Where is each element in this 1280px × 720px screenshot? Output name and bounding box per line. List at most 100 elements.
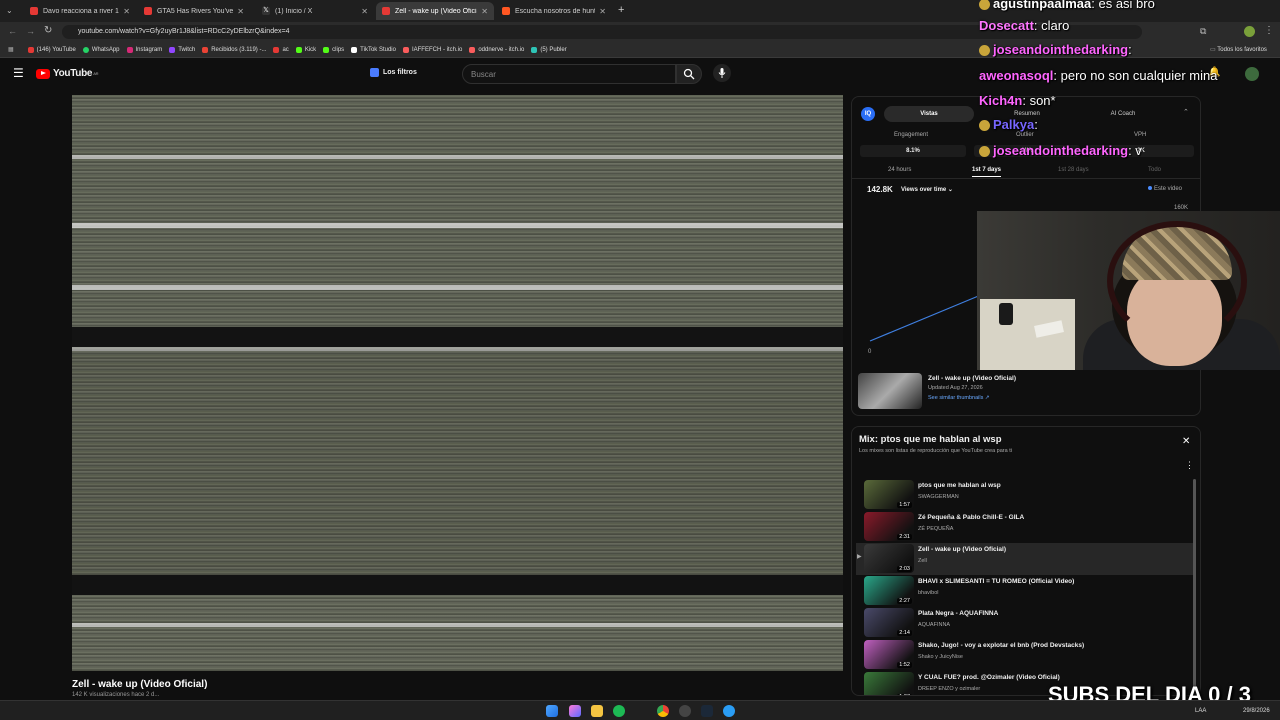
bookmark-twitch[interactable]: Twitch bbox=[169, 46, 195, 53]
search-input[interactable]: Buscar bbox=[462, 64, 676, 84]
new-tab-button[interactable]: + bbox=[618, 4, 624, 16]
back-icon[interactable]: ← bbox=[8, 26, 17, 36]
playlist-item-thumbnail: 1:57 bbox=[864, 480, 914, 509]
bookmark-label: Recibidos (3.119) -... bbox=[211, 46, 267, 53]
profile-avatar[interactable] bbox=[1244, 26, 1255, 37]
bookmark-label: WhatsApp bbox=[91, 46, 120, 53]
video-noise-band bbox=[72, 285, 843, 290]
tab-search-icon[interactable]: ⌄ bbox=[6, 6, 13, 15]
chevron-up-icon[interactable]: ⌃ bbox=[1183, 108, 1189, 116]
bookmark-youtube[interactable]: (146) YouTube bbox=[27, 46, 76, 53]
bookmark-label: clips bbox=[332, 46, 345, 53]
reload-icon[interactable]: ↻ bbox=[44, 25, 52, 36]
tab-4[interactable]: Zell - wake up (Video Oficial) ✕ bbox=[376, 2, 494, 20]
video-player[interactable] bbox=[72, 95, 843, 671]
hamburger-icon[interactable]: ☰ bbox=[13, 66, 24, 80]
playlist-item[interactable]: 1:57 ptos que me hablan al wsp SWAGGERMAN bbox=[856, 479, 1196, 511]
external-link-icon: ↗ bbox=[984, 395, 990, 401]
range-24h[interactable]: 24 hours bbox=[888, 167, 911, 173]
chat-username: Dosecatt bbox=[979, 18, 1034, 33]
close-icon[interactable]: ✕ bbox=[481, 7, 488, 16]
headphones-icon bbox=[1107, 221, 1247, 341]
playlist-scrollbar[interactable] bbox=[1193, 479, 1196, 695]
chat-text: : son* bbox=[1022, 93, 1056, 108]
search-placeholder: Buscar bbox=[471, 70, 496, 79]
close-icon[interactable]: ✕ bbox=[237, 7, 244, 16]
bookmark-label: TikTok Studio bbox=[360, 46, 396, 53]
logo-text: YouTube bbox=[53, 68, 93, 79]
bookmark-itch-1[interactable]: IAFFEFCH - itch.io bbox=[402, 46, 462, 53]
bookmark-whatsapp[interactable]: WhatsApp bbox=[82, 46, 120, 53]
extensions-icon[interactable]: ⧉ bbox=[1200, 26, 1206, 37]
bookmark-label: (146) YouTube bbox=[36, 46, 76, 53]
tab-vistas[interactable]: Vistas bbox=[884, 106, 974, 122]
chat-text: : bbox=[1128, 42, 1132, 57]
windows-start-icon[interactable] bbox=[546, 705, 558, 717]
close-icon[interactable]: ✕ bbox=[123, 7, 130, 16]
url-text: youtube.com/watch?v=Gfy2uyBr1J8&list=RDc… bbox=[78, 28, 290, 35]
video-card[interactable]: Zell - wake up (Video Oficial) Updated A… bbox=[858, 373, 1194, 411]
bookmark-instagram[interactable]: Instagram bbox=[126, 46, 162, 53]
playlist-item[interactable]: 2:14 Plata Negra - AQUAFINNA AQUAFINNA bbox=[856, 607, 1196, 639]
clock-date[interactable]: 29/8/2026 bbox=[1243, 708, 1270, 714]
bookmark-tiktok[interactable]: TikTok Studio bbox=[351, 46, 396, 53]
youtube-logo[interactable]: YouTube AR bbox=[36, 68, 98, 79]
voice-search-button[interactable] bbox=[713, 64, 731, 82]
views-dropdown-label: Views over time bbox=[901, 187, 947, 193]
video-card-title: Zell - wake up (Video Oficial) bbox=[928, 375, 1017, 382]
obs-icon[interactable] bbox=[679, 705, 691, 717]
playlist-item-channel: ZÉ PEQUEÑA bbox=[918, 526, 954, 532]
close-icon[interactable]: ✕ bbox=[599, 7, 606, 16]
views-dropdown[interactable]: Views over time ⌄ bbox=[901, 186, 953, 193]
bookmark-gmail[interactable]: Recibidos (3.119) -... bbox=[202, 46, 267, 53]
steam-icon[interactable] bbox=[701, 705, 713, 717]
playlist-item[interactable]: 1:52 Shako, Jugo! - voy a explotar el bnb… bbox=[856, 639, 1196, 671]
playlist-item[interactable]: 2:31 Zé Pequeña & Pablo Chill-E - GILA ZÉ … bbox=[856, 511, 1196, 543]
playlist-item-duration: 1:57 bbox=[897, 502, 912, 508]
tab-1[interactable]: Davo reacciona a river 1(7)-1(8) ✕ bbox=[24, 2, 136, 20]
chat-username: joseandointhedarking bbox=[993, 143, 1129, 158]
similar-thumbnails-link[interactable]: See similar thumbnails ↗ bbox=[928, 395, 989, 401]
app-icon[interactable] bbox=[723, 705, 735, 717]
close-icon[interactable]: ✕ bbox=[1182, 436, 1190, 447]
copilot-icon[interactable] bbox=[569, 705, 581, 717]
file-explorer-icon[interactable] bbox=[591, 705, 603, 717]
range-28d[interactable]: 1st 28 days bbox=[1058, 167, 1089, 173]
account-avatar[interactable] bbox=[1245, 67, 1259, 81]
tab-3[interactable]: 𝕏 (1) Inicio / X ✕ bbox=[256, 2, 374, 20]
playlist-item-title: Zé Pequeña & Pablo Chill-E - GILA bbox=[918, 514, 1025, 521]
all-favorites[interactable]: ▭ Todos los favoritos bbox=[1210, 46, 1267, 53]
range-all[interactable]: Todo bbox=[1148, 167, 1161, 173]
chrome-icon[interactable] bbox=[657, 705, 669, 717]
forward-icon[interactable]: → bbox=[26, 26, 35, 36]
tab-5[interactable]: Escucha nosotros de huntr | Di ✕ bbox=[496, 2, 612, 20]
menu-icon[interactable]: ⋮ bbox=[1264, 25, 1274, 36]
vidiq-logo-icon: IQ bbox=[861, 107, 875, 121]
bookmark-ac[interactable]: ac bbox=[273, 46, 289, 53]
bookmark-kick[interactable]: Kick bbox=[295, 46, 316, 53]
video-card-date: Updated Aug 27, 2026 bbox=[928, 385, 983, 391]
video-noise-band bbox=[72, 327, 843, 347]
bookmark-itch-2[interactable]: oddnerve - itch.io bbox=[469, 46, 524, 53]
bookmark-publer[interactable]: (5) Publer bbox=[531, 46, 567, 53]
playlist-item[interactable]: ▶ 2:03 Zell - wake up (Video Oficial) Zell bbox=[856, 543, 1196, 575]
bookmark-clips[interactable]: clips bbox=[323, 46, 345, 53]
bookmark-label: (5) Publer bbox=[540, 46, 567, 53]
range-7d[interactable]: 1st 7 days bbox=[972, 167, 1002, 177]
language-indicator[interactable]: LAA bbox=[1195, 708, 1206, 714]
more-options-icon[interactable]: ⋮ bbox=[1185, 460, 1194, 471]
bookmark-label: ac bbox=[282, 46, 289, 53]
instagram-icon bbox=[126, 46, 133, 53]
views-total: 142.8K bbox=[867, 185, 893, 194]
vidiq-filters-button[interactable]: Los filtros bbox=[370, 68, 417, 77]
spotify-icon[interactable] bbox=[613, 705, 625, 717]
playlist-item-duration: 2:27 bbox=[897, 598, 912, 604]
tab-ai-coach[interactable]: AI Coach bbox=[1078, 106, 1168, 122]
close-icon[interactable]: ✕ bbox=[361, 7, 368, 16]
chat-message: agustinpaalmaa: es asi bro bbox=[979, 0, 1155, 11]
apps-icon[interactable]: ▦ bbox=[8, 46, 14, 53]
playlist-item[interactable]: 2:27 BHAVI x SLIMESANTI = TU ROMEO (Offic… bbox=[856, 575, 1196, 607]
tab-2[interactable]: GTA5 Has Rivers You've Never ✕ bbox=[138, 2, 250, 20]
vidiq-icon bbox=[370, 68, 379, 77]
search-button[interactable] bbox=[676, 64, 702, 84]
